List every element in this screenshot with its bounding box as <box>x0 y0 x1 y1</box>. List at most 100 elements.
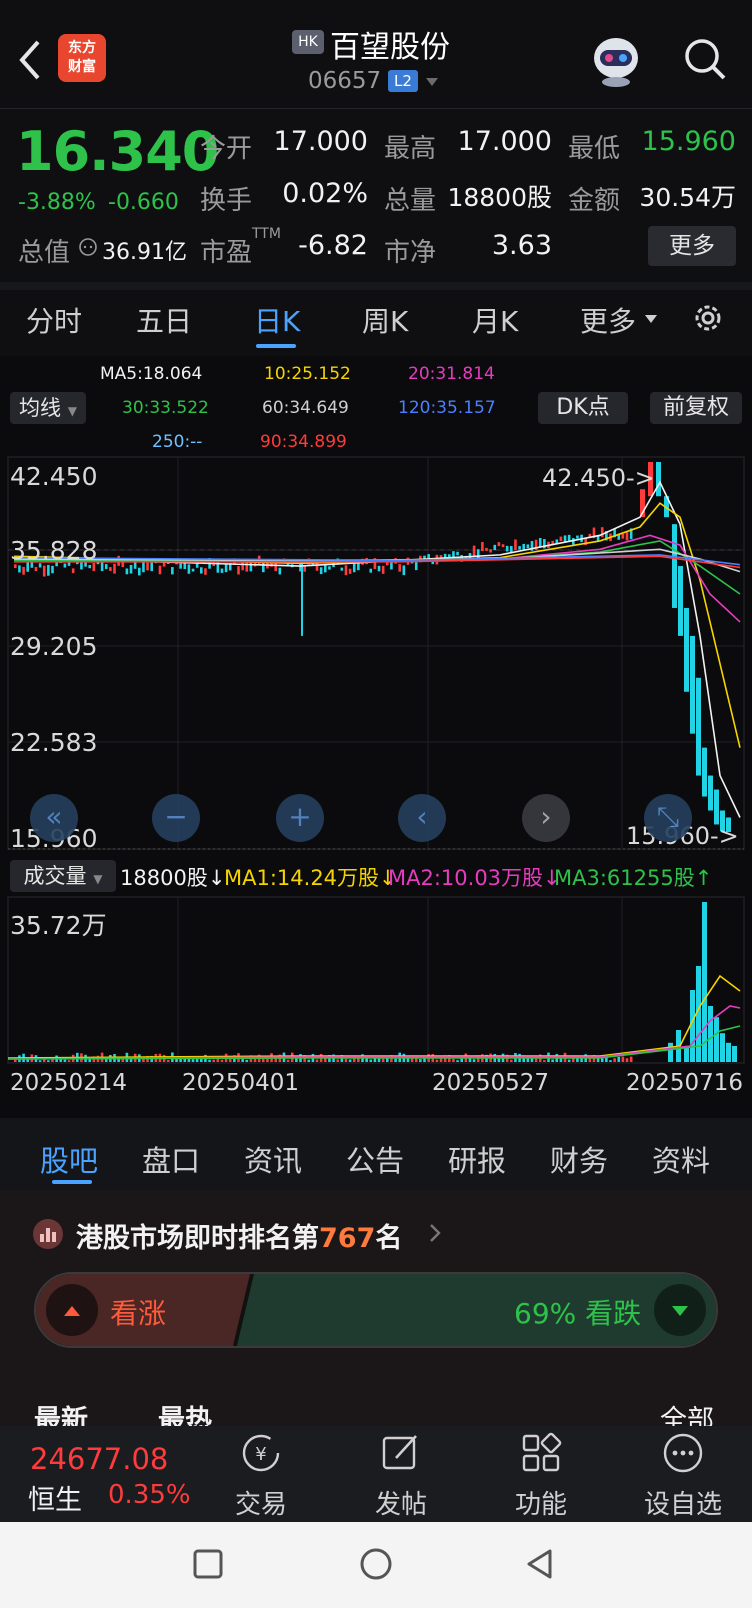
scroll-left-fast-icon[interactable]: « <box>30 794 78 842</box>
tab-intraday[interactable]: 分时 <box>26 300 82 340</box>
tab-news[interactable]: 资讯 <box>244 1138 302 1180</box>
zoom-out-icon[interactable]: − <box>152 794 200 842</box>
candle <box>497 542 501 547</box>
tab-profile[interactable]: 资料 <box>652 1138 710 1180</box>
info-icon[interactable] <box>78 237 98 257</box>
dk-point-button[interactable]: DK点 <box>538 392 628 424</box>
candle <box>559 536 563 542</box>
candle <box>142 561 145 573</box>
ma10-label: 10:25.152 <box>264 364 351 384</box>
volume-bar <box>307 1059 311 1062</box>
edit-post-icon[interactable] <box>378 1430 424 1476</box>
volume-bar <box>617 1056 621 1062</box>
tab-daily-k[interactable]: 日K <box>254 300 300 340</box>
nav-functions[interactable]: 功能 <box>502 1484 580 1521</box>
volume-bar <box>47 1060 50 1062</box>
candle <box>237 566 240 575</box>
candle <box>324 565 327 573</box>
bull-label[interactable]: 看涨 <box>110 1292 166 1332</box>
bull-button[interactable] <box>46 1284 98 1336</box>
mktcap-value: 36.91亿 <box>102 240 187 265</box>
trade-yen-icon[interactable]: ¥ <box>238 1430 284 1476</box>
scroll-right-icon[interactable]: › <box>522 794 570 842</box>
candle <box>656 462 661 497</box>
candle <box>183 563 187 570</box>
volume-bar <box>315 1059 319 1062</box>
home-icon[interactable] <box>358 1546 394 1582</box>
candle <box>129 564 133 574</box>
candle <box>472 545 476 556</box>
fullscreen-icon[interactable]: ⤡ <box>644 794 692 842</box>
low-label: 最低 <box>568 134 621 164</box>
back-icon[interactable] <box>524 1548 556 1580</box>
ma120-label: 120:35.157 <box>398 398 496 418</box>
volume-bar <box>732 1046 737 1062</box>
tab-monthly-k[interactable]: 月K <box>472 300 518 340</box>
volume-bar <box>609 1060 612 1062</box>
candle <box>514 539 517 551</box>
candle <box>621 533 625 539</box>
robot-assistant-icon[interactable] <box>586 32 646 88</box>
adjust-button[interactable]: 前复权 <box>650 392 742 424</box>
logo-text-2: 财富 <box>68 59 96 75</box>
gear-icon[interactable] <box>690 300 726 336</box>
nav-trade[interactable]: 交易 <box>222 1484 300 1521</box>
bear-button[interactable] <box>654 1284 706 1336</box>
volume-bar <box>551 1059 554 1062</box>
mktcap-label: 总值 <box>18 238 71 268</box>
volume-indicator-select[interactable]: 成交量 ▼ <box>10 860 116 892</box>
sort-latest[interactable]: 最新 <box>34 1398 88 1426</box>
volume-ma2-value: MA2:10.03万股 <box>388 866 544 890</box>
chevron-right-icon[interactable] <box>428 1222 442 1244</box>
scroll-left-icon[interactable]: ‹ <box>398 794 446 842</box>
tab-order-book[interactable]: 盘口 <box>142 1138 200 1180</box>
tab-more-periods[interactable]: 更多 <box>580 300 636 340</box>
candle <box>684 607 689 692</box>
recent-apps-icon[interactable] <box>192 1548 224 1580</box>
tab-finance[interactable]: 财务 <box>550 1138 608 1180</box>
volume-bar <box>588 1058 592 1062</box>
volume-bar <box>613 1058 616 1062</box>
candle <box>522 543 525 550</box>
ranking-text[interactable]: 港股市场即时排名第767名 <box>76 1216 402 1255</box>
caret-down-icon[interactable] <box>424 76 440 88</box>
caret-down-icon <box>645 315 657 323</box>
tab-five-day[interactable]: 五日 <box>136 300 192 340</box>
tab-research[interactable]: 研报 <box>448 1138 506 1180</box>
tab-guba[interactable]: 股吧 <box>40 1138 98 1180</box>
candlestick-chart[interactable] <box>0 456 752 852</box>
more-dots-icon[interactable] <box>660 1430 706 1476</box>
filter-all[interactable]: 全部 <box>660 1398 714 1426</box>
candle <box>241 561 244 571</box>
sort-hottest[interactable]: 最热 <box>158 1398 212 1426</box>
grid-apps-icon[interactable] <box>518 1430 564 1476</box>
tab-weekly-k[interactable]: 周K <box>362 300 408 340</box>
bear-label[interactable]: 69% 看跌 <box>514 1292 641 1332</box>
candle <box>224 564 228 573</box>
index-value[interactable]: 24677.08 <box>30 1442 168 1476</box>
up-triangle-icon <box>64 1306 80 1316</box>
svg-text:¥: ¥ <box>255 1444 266 1465</box>
index-name[interactable]: 恒生 <box>28 1478 82 1517</box>
ma60-label: 60:34.649 <box>262 398 349 418</box>
index-change[interactable]: 0.35% <box>108 1480 191 1510</box>
search-icon[interactable] <box>682 36 728 82</box>
app-logo[interactable]: 东方 财富 <box>58 34 106 82</box>
candle <box>88 565 91 569</box>
more-quote-button[interactable]: 更多 <box>648 226 736 266</box>
indicator-select[interactable]: 均线 ▼ <box>10 392 86 424</box>
zoom-in-icon[interactable]: + <box>276 794 324 842</box>
candle <box>369 568 373 573</box>
candle <box>538 538 542 548</box>
volume-ma1-line <box>7 974 741 1059</box>
back-arrow-icon[interactable] <box>14 38 46 82</box>
nav-add-watchlist[interactable]: 设自选 <box>636 1484 730 1521</box>
price-axis-4: 22.583 <box>10 728 98 757</box>
candle <box>22 566 25 575</box>
volume-ma1-value: MA1:14.24万股 <box>224 866 380 890</box>
turnover-label: 换手 <box>200 186 253 216</box>
nav-post[interactable]: 发帖 <box>362 1484 440 1521</box>
candle <box>702 747 707 797</box>
tab-announcements[interactable]: 公告 <box>346 1138 404 1180</box>
volume-chart[interactable] <box>0 896 752 1064</box>
